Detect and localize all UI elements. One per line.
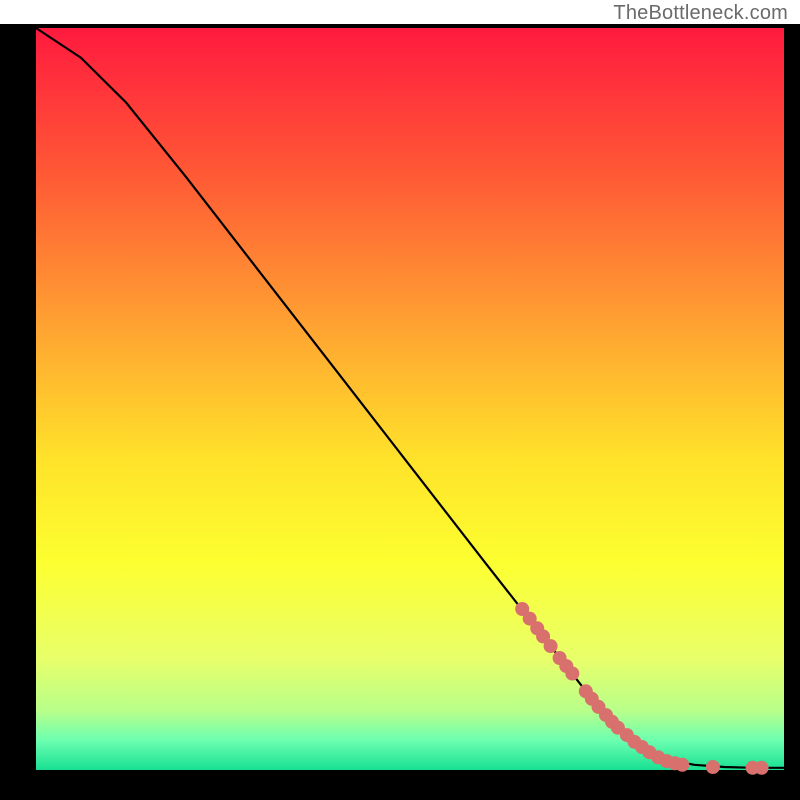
data-marker — [565, 667, 579, 681]
chart-plot-area — [36, 28, 784, 770]
data-marker — [706, 760, 720, 774]
chart-svg — [0, 24, 800, 800]
data-marker — [755, 761, 769, 775]
data-marker — [544, 639, 558, 653]
data-marker — [675, 758, 689, 772]
attribution-text: TheBottleneck.com — [613, 2, 788, 25]
chart-container — [0, 24, 800, 800]
